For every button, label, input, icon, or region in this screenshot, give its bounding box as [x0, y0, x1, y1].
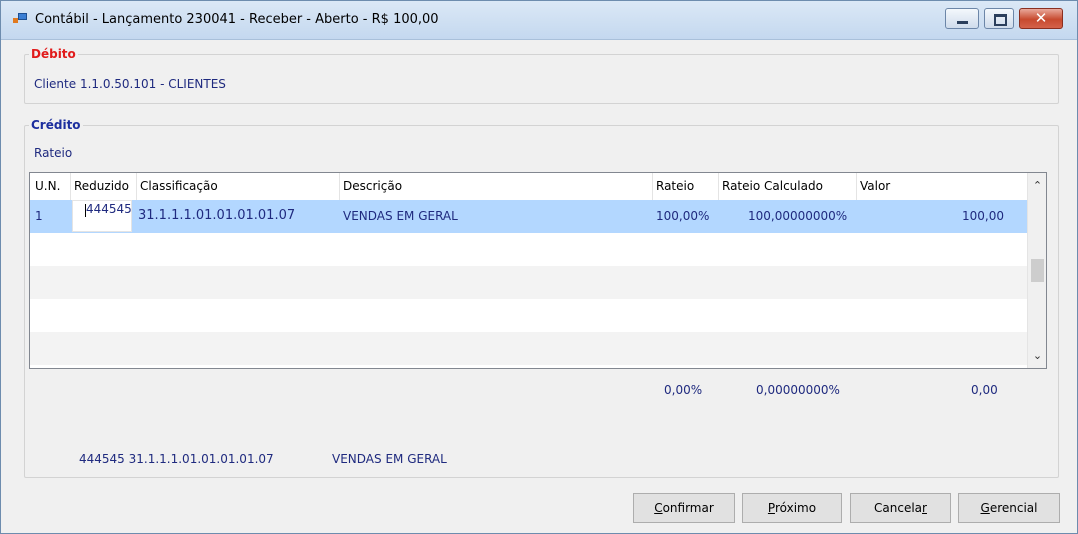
total-valor: 0,00 — [971, 383, 998, 397]
window-title: Contábil - Lançamento 230041 - Receber -… — [35, 12, 439, 27]
maximize-button[interactable] — [984, 8, 1014, 29]
confirmar-button[interactable]: Confirmar — [633, 493, 735, 523]
scroll-thumb[interactable] — [1031, 259, 1044, 282]
cancelar-button[interactable]: Cancelar — [850, 493, 951, 523]
cell-valor: 100,00 — [962, 209, 1004, 223]
app-icon — [13, 13, 27, 25]
cell-rateio-calculado: 100,00000000% — [748, 209, 848, 223]
cell-descricao: VENDAS EM GERAL — [343, 209, 458, 223]
debito-legend: Débito — [31, 47, 76, 61]
cell-rateio: 100,00% — [656, 209, 710, 223]
col-header-rateio-calculado[interactable]: Rateio Calculado — [722, 179, 823, 193]
proximo-button[interactable]: Próximo — [742, 493, 842, 523]
col-header-un[interactable]: U.N. — [35, 179, 60, 193]
cell-reduzido: 444545 — [86, 202, 132, 216]
empty-row[interactable] — [30, 266, 1027, 299]
title-bar[interactable]: Contábil - Lançamento 230041 - Receber -… — [1, 1, 1077, 40]
col-header-valor[interactable]: Valor — [860, 179, 890, 193]
cell-un: 1 — [35, 209, 43, 223]
col-header-classificacao[interactable]: Classificação — [140, 179, 218, 193]
empty-row[interactable] — [30, 332, 1027, 365]
grid-vertical-scrollbar[interactable]: ⌃ ⌄ — [1027, 173, 1046, 368]
selected-account-code: 444545 31.1.1.1.01.01.01.01.07 — [79, 452, 274, 466]
rateio-mode-label: Rateio — [34, 146, 73, 160]
credito-grid[interactable]: U.N. Reduzido Classificação Descrição Ra… — [29, 172, 1047, 369]
minimize-icon — [957, 21, 968, 24]
close-button[interactable]: ✕ — [1019, 8, 1063, 29]
reduzido-edit-cell[interactable]: 444545 — [72, 200, 132, 232]
grid-header: U.N. Reduzido Classificação Descrição Ra… — [30, 173, 1027, 200]
credito-legend: Crédito — [31, 118, 81, 132]
maximize-icon — [994, 14, 1007, 26]
scroll-up-icon[interactable]: ⌃ — [1028, 177, 1046, 194]
col-header-reduzido[interactable]: Reduzido — [74, 179, 129, 193]
col-header-rateio[interactable]: Rateio — [656, 179, 694, 193]
empty-row[interactable] — [30, 233, 1027, 266]
selected-account-description: VENDAS EM GERAL — [332, 452, 447, 466]
close-icon: ✕ — [1034, 9, 1048, 27]
total-rateio-calculado: 0,00000000% — [756, 383, 840, 397]
minimize-button[interactable] — [945, 8, 979, 29]
table-row[interactable]: 1 444545 31.1.1.1.01.01.01.01.07 VENDAS … — [30, 200, 1027, 233]
cell-classificacao: 31.1.1.1.01.01.01.01.07 — [138, 208, 296, 223]
total-rateio: 0,00% — [664, 383, 703, 397]
empty-row[interactable] — [30, 299, 1027, 332]
debito-group: Débito — [24, 47, 1059, 104]
gerencial-button[interactable]: Gerencial — [958, 493, 1060, 523]
scroll-down-icon[interactable]: ⌄ — [1028, 347, 1046, 364]
col-header-descricao[interactable]: Descrição — [343, 179, 402, 193]
debito-account: Cliente 1.1.0.50.101 - CLIENTES — [34, 77, 226, 91]
